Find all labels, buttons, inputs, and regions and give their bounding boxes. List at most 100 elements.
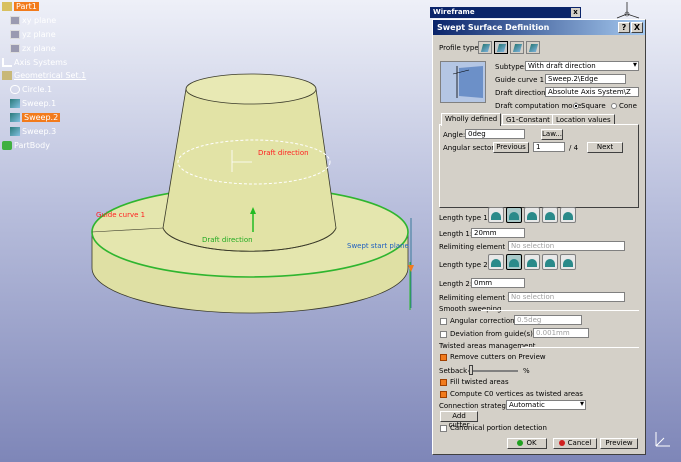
from-to-length-icon [527, 259, 537, 267]
ok-button[interactable]: OK [507, 438, 547, 449]
geometrical-set-icon [2, 71, 12, 80]
tree-item-yz-plane[interactable]: yz plane [10, 28, 56, 41]
mode-square-radio[interactable] [573, 103, 579, 109]
length-type-1-standard-rect-button[interactable] [524, 207, 540, 223]
draft-mode-label: Draft computation mode: [495, 102, 584, 110]
tree-item-zx-plane[interactable]: zx plane [10, 42, 56, 55]
tree-item-xy-plane[interactable]: xy plane [10, 14, 56, 27]
relimiting-1-field[interactable]: No selection [508, 241, 625, 251]
deviation-label: Deviation from guide(s): [450, 330, 536, 338]
angle-label: Angle: [443, 131, 466, 139]
connection-strategy-label: Connection strategy: [439, 402, 512, 410]
subtype-label: Subtype: [495, 63, 527, 71]
add-cutter-button[interactable]: Add cutter [440, 411, 478, 429]
length-type-2-from-curve-button[interactable] [506, 254, 522, 270]
deviation-field[interactable]: 0.001mm [533, 328, 589, 338]
connection-strategy-select[interactable]: Automatic [506, 400, 586, 410]
draft-direction-field[interactable]: Absolute Axis System\Z [545, 87, 639, 97]
fill-twisted-checkbox[interactable] [440, 379, 447, 386]
along-surface-length-icon [563, 212, 573, 220]
profile-type-label: Profile type: [439, 44, 481, 52]
remove-cutters-label: Remove cutters on Preview [450, 353, 546, 361]
standard-length-icon [491, 212, 501, 220]
guide-curve-field[interactable]: Sweep.2\Edge [545, 74, 626, 84]
help-button[interactable]: ? [618, 22, 630, 33]
wireframe-toolbar[interactable]: Wireframe x [430, 7, 581, 18]
next-button[interactable]: Next [587, 142, 623, 153]
compute-c0-checkbox[interactable] [440, 391, 447, 398]
profile-conic-button[interactable] [526, 41, 540, 54]
tree-item-sweep-2[interactable]: Sweep.2 [10, 111, 61, 124]
previous-button[interactable]: Previous [493, 142, 529, 153]
length-type-1-label: Length type 1: [439, 214, 491, 222]
subtype-select[interactable]: With draft direction [525, 61, 639, 71]
subtype-preview-image [440, 61, 486, 103]
length-type-1-from-curve-button[interactable] [506, 207, 522, 223]
swept-surface-dialog: Swept Surface Definition ? X Profile typ… [432, 19, 646, 455]
smooth-sweeping-group-label: Smooth sweeping [439, 305, 502, 313]
canonical-portion-checkbox[interactable] [440, 425, 447, 432]
profile-explicit-button[interactable] [478, 41, 492, 54]
tree-item-sweep-1[interactable]: Sweep.1 [10, 97, 56, 110]
tree-item-axis-systems[interactable]: Axis Systems [2, 56, 67, 69]
wireframe-close-button[interactable]: x [571, 8, 580, 17]
relimiting-2-field[interactable]: No selection [508, 292, 625, 302]
setback-slider-handle[interactable] [469, 365, 473, 375]
length-2-field[interactable]: 0mm [471, 278, 525, 288]
draft-direction-label: Draft direction: [495, 89, 548, 97]
relimiting-1-label: Relimiting element 1: [439, 243, 515, 251]
length-type-2-along-surface-button[interactable] [560, 254, 576, 270]
profile-circle-button[interactable] [510, 41, 524, 54]
compute-c0-label: Compute C0 vertices as twisted areas [450, 390, 583, 398]
remove-cutters-checkbox[interactable] [440, 354, 447, 361]
length-type-1-along-surface-button[interactable] [560, 207, 576, 223]
explicit-profile-icon [480, 44, 491, 52]
tab-wholly-defined[interactable]: Wholly defined [441, 113, 502, 126]
tree-item-circle[interactable]: Circle.1 [10, 83, 52, 96]
sweep-icon [10, 99, 20, 108]
plane-icon [10, 30, 20, 39]
cancel-button[interactable]: Cancel [553, 438, 597, 449]
specification-tree[interactable]: Part1 xy plane yz plane zx plane Axis Sy… [0, 0, 150, 160]
angular-correction-checkbox[interactable] [440, 318, 447, 325]
length-type-2-extremum-button[interactable] [542, 254, 558, 270]
axis-system-icon [2, 58, 12, 67]
length-1-field[interactable]: 20mm [471, 228, 525, 238]
tab-panel: Angle: 0deg Law... Angular sector: Previ… [439, 124, 639, 208]
guide-curve-label: Guide curve 1 [96, 211, 146, 219]
part-icon [2, 2, 12, 11]
length-type-1-standard-button[interactable] [488, 207, 504, 223]
deviation-checkbox[interactable] [440, 331, 447, 338]
angular-correction-field[interactable]: 0.5deg [514, 315, 582, 325]
tree-item-geometrical-set[interactable]: Geometrical Set.1 [2, 69, 86, 82]
length-type-1-extremum-button[interactable] [542, 207, 558, 223]
angle-field[interactable]: 0deg [465, 129, 525, 139]
length-type-2-standard-rect-button[interactable] [524, 254, 540, 270]
standard-length-icon [491, 259, 501, 267]
tree-item-partbody[interactable]: PartBody [2, 139, 50, 152]
tree-item-part1[interactable]: Part1 [2, 0, 39, 13]
sector-field[interactable]: 1 [533, 142, 565, 152]
law-button[interactable]: Law... [541, 129, 563, 140]
cone-surface [162, 88, 337, 252]
partbody-icon [2, 141, 12, 150]
profile-line-button[interactable] [494, 41, 508, 54]
setback-label: Setback [439, 367, 468, 375]
angular-sector-label: Angular sector: [443, 144, 497, 152]
mode-cone-radio[interactable] [611, 103, 617, 109]
axis-compass [652, 428, 674, 452]
dialog-title-bar[interactable]: Swept Surface Definition ? X [433, 20, 645, 35]
setback-unit: % [523, 367, 530, 375]
draft-direction-label-mid: Draft direction [202, 236, 253, 244]
extremum-length-icon [545, 259, 555, 267]
preview-button[interactable]: Preview [600, 438, 638, 449]
length-type-2-standard-button[interactable] [488, 254, 504, 270]
circle-icon [10, 85, 20, 94]
compass-widget[interactable] [612, 0, 642, 20]
close-button[interactable]: X [631, 22, 643, 33]
tree-item-sweep-3[interactable]: Sweep.3 [10, 125, 56, 138]
from-curve-length-icon [509, 259, 519, 267]
guide-curve-label: Guide curve 1: [495, 76, 547, 84]
draft-direction-label-top: Draft direction [258, 149, 309, 157]
length-2-label: Length 2: [439, 280, 473, 288]
